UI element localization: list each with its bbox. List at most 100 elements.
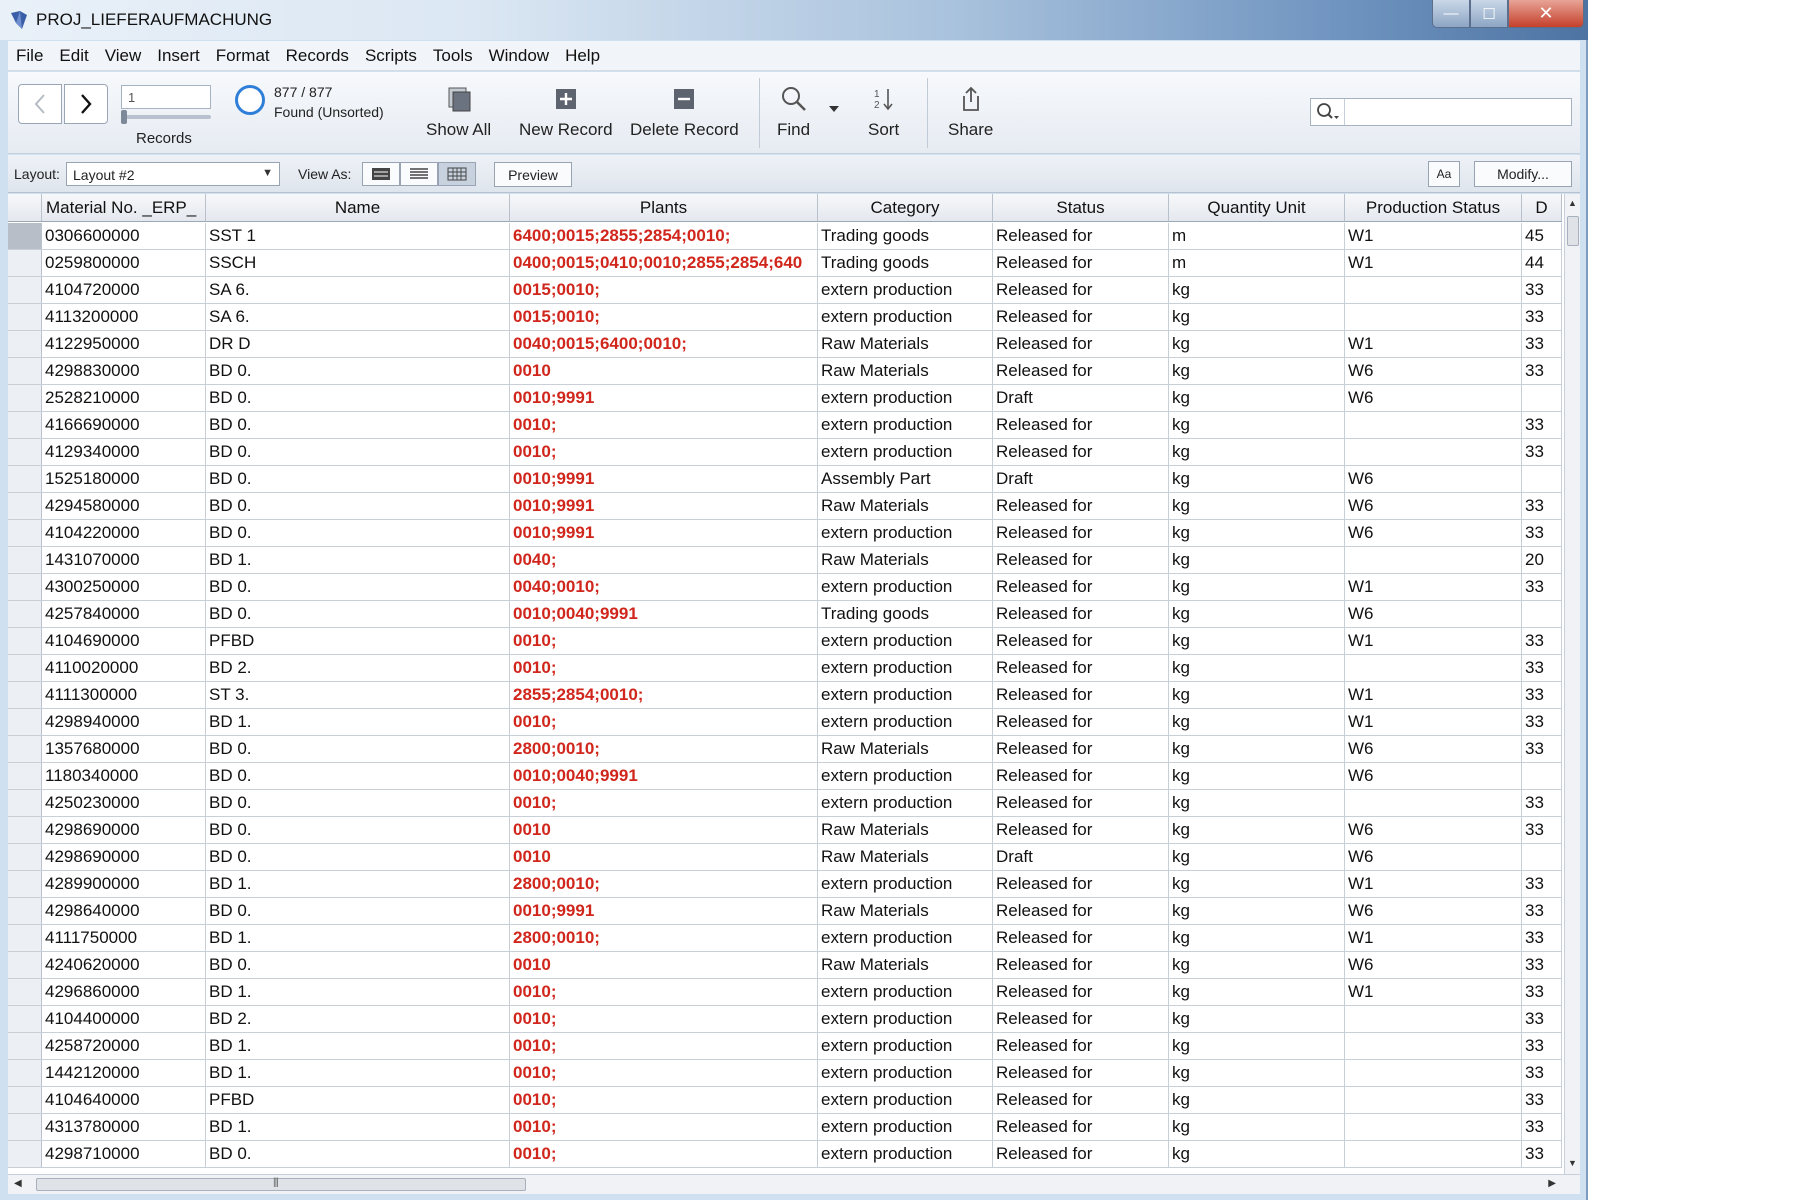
cell-status[interactable]: Released for [993,763,1169,789]
cell-quantity-unit[interactable]: kg [1169,277,1345,303]
cell-material-no[interactable]: 4110020000 [42,655,206,681]
row-selector[interactable] [8,304,42,330]
row-selector[interactable] [8,1006,42,1032]
cell-category[interactable]: extern production [818,412,993,438]
cell-production-status[interactable] [1345,1141,1522,1167]
row-selector[interactable] [8,601,42,627]
row-selector[interactable] [8,412,42,438]
table-row[interactable]: 4250230000 BD 0. 0010; extern production Rel… [8,790,1562,817]
cell-plants[interactable]: 0010; [510,412,818,438]
cell-category[interactable]: extern production [818,1114,993,1140]
cell-production-status[interactable] [1345,790,1522,816]
table-row[interactable]: 4298690000 BD 0. 0010 Raw Materials Draft kg W… [8,844,1562,871]
cell-name[interactable]: BD 0. [206,844,510,870]
cell-name[interactable]: BD 0. [206,520,510,546]
cell-quantity-unit[interactable]: kg [1169,493,1345,519]
row-selector[interactable] [8,574,42,600]
cell-category[interactable]: extern production [818,574,993,600]
cell-status[interactable]: Released for [993,1141,1169,1167]
cell-d[interactable]: 33 [1522,925,1562,951]
row-selector[interactable] [8,385,42,411]
cell-plants[interactable]: 0040;0010; [510,574,818,600]
table-row[interactable]: 1357680000 BD 0. 2800;0010; Raw Materials Re… [8,736,1562,763]
row-selector[interactable] [8,898,42,924]
quick-find-input[interactable] [1347,100,1567,124]
cell-material-no[interactable]: 4129340000 [42,439,206,465]
row-selector[interactable] [8,547,42,573]
row-selector[interactable] [8,709,42,735]
cell-material-no[interactable]: 4300250000 [42,574,206,600]
cell-material-no[interactable]: 4294580000 [42,493,206,519]
cell-status[interactable]: Draft [993,466,1169,492]
cell-plants[interactable]: 0010; [510,709,818,735]
table-row[interactable]: 4104690000 PFBD 0010; extern production Rele… [8,628,1562,655]
scroll-left-arrow-icon[interactable]: ◀ [14,1178,22,1189]
cell-material-no[interactable]: 4240620000 [42,952,206,978]
cell-quantity-unit[interactable]: kg [1169,547,1345,573]
menu-records[interactable]: Records [278,46,357,66]
cell-name[interactable]: BD 1. [206,871,510,897]
cell-d[interactable]: 33 [1522,952,1562,978]
show-all-button[interactable]: Show All [426,78,491,150]
cell-quantity-unit[interactable]: kg [1169,655,1345,681]
table-row[interactable]: 1180340000 BD 0. 0010;0040;9991 extern prod… [8,763,1562,790]
cell-production-status[interactable]: W1 [1345,628,1522,654]
cell-name[interactable]: BD 0. [206,385,510,411]
cell-name[interactable]: BD 1. [206,1060,510,1086]
table-row[interactable]: 4111750000 BD 1. 2800;0010; extern producti… [8,925,1562,952]
cell-status[interactable]: Released for [993,871,1169,897]
table-row[interactable]: 0259800000 SSCH 0400;0015;0410;0010;2855;2… [8,250,1562,277]
cell-quantity-unit[interactable]: kg [1169,304,1345,330]
cell-status[interactable]: Released for [993,736,1169,762]
cell-name[interactable]: SSCH [206,250,510,276]
table-row[interactable]: 4122950000 DR D 0040;0015;6400;0010; Raw Ma… [8,331,1562,358]
table-row[interactable]: 4104720000 SA 6. 0015;0010; extern producti… [8,277,1562,304]
cell-status[interactable]: Released for [993,331,1169,357]
horizontal-scroll-thumb[interactable] [36,1178,526,1191]
cell-plants[interactable]: 2855;2854;0010; [510,682,818,708]
cell-quantity-unit[interactable]: kg [1169,358,1345,384]
cell-category[interactable]: extern production [818,1060,993,1086]
find-dropdown-arrow[interactable] [828,100,840,118]
cell-quantity-unit[interactable]: kg [1169,979,1345,1005]
table-row[interactable]: 4298640000 BD 0. 0010;9991 Raw Materials Rel… [8,898,1562,925]
cell-plants[interactable]: 0010; [510,979,818,1005]
cell-category[interactable]: extern production [818,709,993,735]
table-row[interactable]: 4298940000 BD 1. 0010; extern production Rel… [8,709,1562,736]
text-formatting-button[interactable]: Aa [1428,161,1460,187]
cell-production-status[interactable] [1345,547,1522,573]
cell-d[interactable]: 33 [1522,358,1562,384]
row-selector[interactable] [8,520,42,546]
column-header-production-status[interactable]: Production Status [1345,194,1522,221]
cell-status[interactable]: Released for [993,520,1169,546]
column-header-plants[interactable]: Plants [510,194,818,221]
cell-name[interactable]: BD 1. [206,709,510,735]
cell-category[interactable]: extern production [818,682,993,708]
cell-production-status[interactable]: W1 [1345,682,1522,708]
view-as-table-button[interactable] [438,162,476,186]
cell-status[interactable]: Released for [993,439,1169,465]
cell-status[interactable]: Released for [993,250,1169,276]
cell-status[interactable]: Released for [993,1006,1169,1032]
row-selector[interactable] [8,1114,42,1140]
cell-name[interactable]: PFBD [206,1087,510,1113]
cell-name[interactable]: BD 1. [206,979,510,1005]
cell-quantity-unit[interactable]: kg [1169,925,1345,951]
cell-production-status[interactable]: W6 [1345,466,1522,492]
row-selector[interactable] [8,223,42,249]
cell-material-no[interactable]: 4104220000 [42,520,206,546]
cell-plants[interactable]: 6400;0015;2855;2854;0010; [510,223,818,249]
row-selector[interactable] [8,439,42,465]
view-as-form-button[interactable] [362,162,400,186]
table-row[interactable]: 1431070000 BD 1. 0040; Raw Materials Release… [8,547,1562,574]
cell-name[interactable]: BD 0. [206,412,510,438]
minimize-button[interactable]: — [1432,0,1470,28]
cell-status[interactable]: Released for [993,1060,1169,1086]
cell-d[interactable]: 33 [1522,1033,1562,1059]
cell-plants[interactable]: 0010;9991 [510,493,818,519]
cell-category[interactable]: extern production [818,1033,993,1059]
cell-quantity-unit[interactable]: kg [1169,763,1345,789]
table-row[interactable]: 2528210000 BD 0. 0010;9991 extern productio… [8,385,1562,412]
cell-category[interactable]: Trading goods [818,223,993,249]
cell-d[interactable]: 33 [1522,304,1562,330]
